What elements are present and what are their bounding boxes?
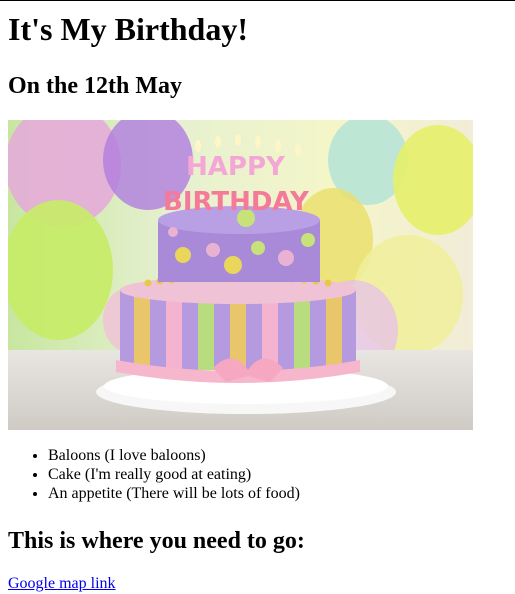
google-map-link[interactable]: Google map link bbox=[8, 575, 116, 593]
page-title: It's My Birthday! bbox=[8, 11, 248, 47]
directions-heading: This is where you need to go: bbox=[8, 528, 305, 554]
page: It's My Birthday! On the 12th May HAPPY … bbox=[0, 11, 515, 593]
list-item: Baloons (I love baloons) bbox=[48, 446, 507, 465]
birthday-cake-image: HAPPY BIRTHDAY bbox=[8, 120, 473, 430]
candle-text-birthday: BIRTHDAY bbox=[163, 187, 310, 217]
candle-text-happy: HAPPY bbox=[186, 152, 286, 182]
list-item: Cake (I'm really good at eating) bbox=[48, 465, 507, 484]
party-items-list: Baloons (I love baloons) Cake (I'm reall… bbox=[8, 446, 507, 503]
list-item: An appetite (There will be lots of food) bbox=[48, 484, 507, 503]
date-subtitle: On the 12th May bbox=[8, 73, 182, 99]
